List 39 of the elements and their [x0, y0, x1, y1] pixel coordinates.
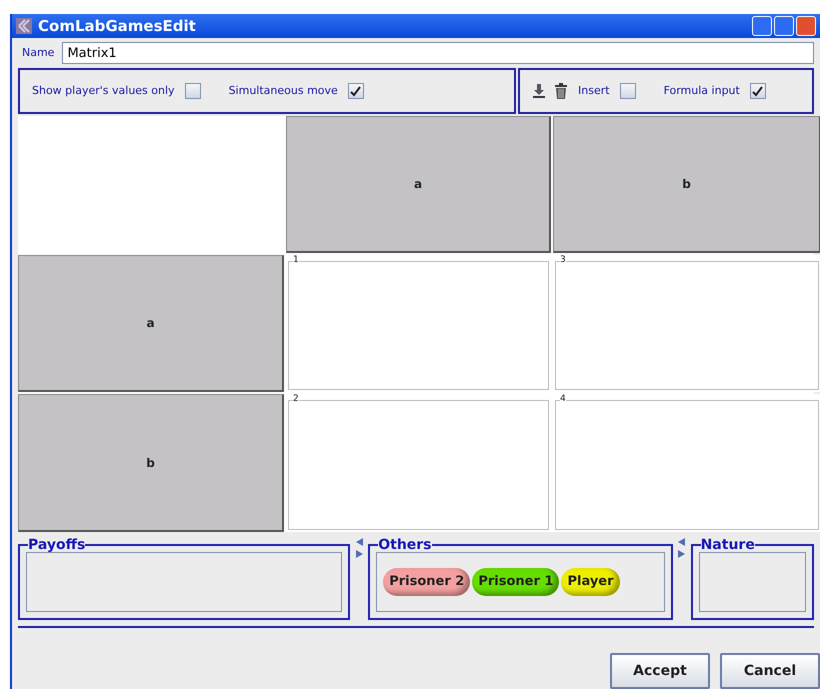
checkbox[interactable]: [750, 83, 766, 99]
row-header: a: [18, 255, 284, 392]
checkbox[interactable]: [620, 83, 636, 99]
option-label: Simultaneous move: [228, 82, 338, 99]
column-header: a: [286, 116, 551, 253]
right-arrow-icon[interactable]: [356, 550, 363, 558]
dialog-button[interactable]: Accept: [610, 653, 710, 689]
option-label: Formula input: [664, 82, 740, 99]
checkbox[interactable]: [184, 83, 201, 99]
check-icon: [752, 86, 764, 96]
checkbox[interactable]: [348, 83, 364, 99]
dialog-button[interactable]: Cancel: [720, 653, 820, 689]
payoff-cell[interactable]: 1: [286, 255, 551, 392]
maximize-button[interactable]: [774, 16, 794, 36]
payoff-cell[interactable]: 3: [553, 255, 820, 392]
payoff-cell[interactable]: 2: [286, 394, 551, 532]
right-arrow-icon[interactable]: [678, 550, 686, 558]
option-label: Insert: [578, 82, 610, 99]
option-label: Show player's values only: [32, 82, 175, 99]
name-field[interactable]: Matrix1: [62, 42, 814, 64]
player-chip[interactable]: Prisoner 2: [383, 568, 470, 596]
window-title: ComLabGamesEdit: [38, 16, 196, 37]
panel-title: Nature: [700, 538, 755, 552]
player-chip[interactable]: Prisoner 1: [472, 568, 560, 596]
name-label: Name: [22, 44, 54, 61]
app-icon: [16, 18, 32, 34]
left-arrow-icon[interactable]: [678, 538, 686, 546]
left-arrow-icon[interactable]: [356, 538, 363, 546]
download-icon[interactable]: [532, 83, 546, 99]
trash-icon[interactable]: [554, 83, 568, 99]
check-icon: [350, 86, 362, 96]
player-chip[interactable]: Player: [561, 568, 620, 596]
close-button[interactable]: [796, 16, 816, 36]
minimize-button[interactable]: [752, 16, 772, 36]
row-header: b: [18, 394, 284, 532]
column-header: b: [553, 116, 820, 253]
panel-title: Payoffs: [28, 538, 86, 552]
payoff-cell[interactable]: 4: [553, 394, 820, 532]
panel-title: Others: [378, 538, 432, 552]
